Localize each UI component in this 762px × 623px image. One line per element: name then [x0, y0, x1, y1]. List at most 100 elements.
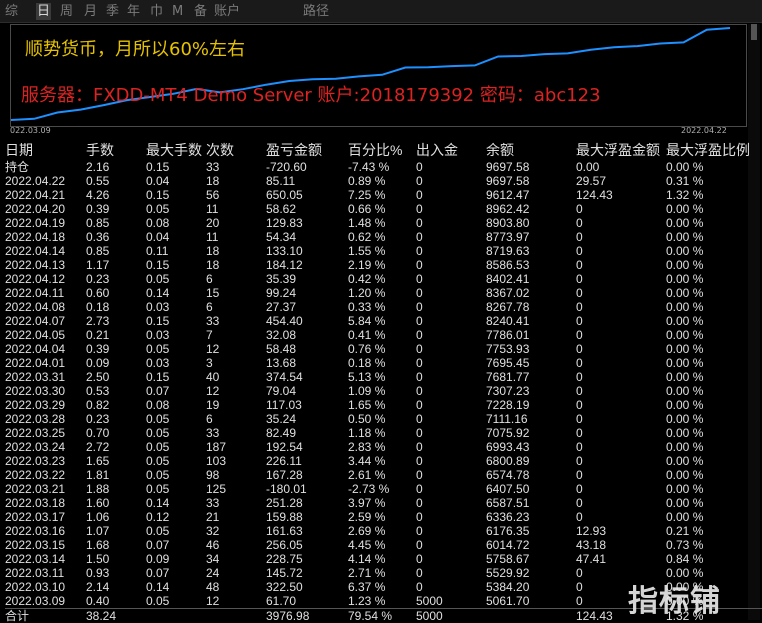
table-cell: 0.00 %: [666, 300, 762, 314]
tab-8[interactable]: 备: [193, 3, 208, 20]
table-row[interactable]: 2022.04.190.850.0820129.831.48 %08903.80…: [5, 216, 762, 230]
column-header[interactable]: 出入金: [416, 140, 486, 160]
table-row[interactable]: 2022.04.050.210.03732.080.41 %07786.0100…: [5, 328, 762, 342]
table-cell: 0.15: [146, 188, 206, 202]
table-row[interactable]: 2022.03.290.820.0819117.031.65 %07228.19…: [5, 398, 762, 412]
table-cell: 1.07: [86, 524, 146, 538]
table-row[interactable]: 2022.04.214.260.1556650.057.25 %09612.47…: [5, 188, 762, 202]
table-cell: 3976.98: [266, 609, 348, 623]
table-row[interactable]: 2022.04.200.390.051158.620.66 %08962.420…: [5, 202, 762, 216]
tab-4[interactable]: 季: [105, 3, 120, 20]
table-row[interactable]: 2022.03.231.650.05103226.113.44 %06800.8…: [5, 454, 762, 468]
table-cell: 0: [416, 370, 486, 384]
table-row[interactable]: 2022.03.181.600.1433251.283.97 %06587.51…: [5, 496, 762, 510]
table-cell: 0.31 %: [666, 174, 762, 188]
column-header[interactable]: 最大手数: [146, 140, 206, 160]
table-cell: 0.00 %: [666, 468, 762, 482]
table-cell: 0.03: [146, 356, 206, 370]
column-header[interactable]: 百分比%: [348, 140, 416, 160]
tab-10[interactable]: 路径: [302, 3, 330, 20]
scrollbar-thumb[interactable]: [751, 24, 757, 40]
table-cell: 13.68: [266, 356, 348, 370]
table-row[interactable]: 2022.04.010.090.03313.680.18 %07695.4500…: [5, 356, 762, 370]
table-row[interactable]: 2022.03.250.700.053382.491.18 %07075.920…: [5, 426, 762, 440]
table-cell: 159.88: [266, 510, 348, 524]
table-cell: 0.70: [86, 426, 146, 440]
table-cell: 12: [206, 594, 266, 609]
table-cell: 0.23: [86, 272, 146, 286]
table-row[interactable]: 2022.04.040.390.051258.480.76 %07753.930…: [5, 342, 762, 356]
row-date: 2022.04.11: [5, 286, 86, 300]
table-cell: 8586.53: [486, 258, 576, 272]
holding-row[interactable]: 持仓2.160.1533-720.60-7.43 %09697.580.000.…: [5, 160, 762, 174]
table-cell: 0.05: [146, 202, 206, 216]
table-cell: 0.23: [86, 412, 146, 426]
column-header[interactable]: 最大浮盈比例: [666, 140, 762, 160]
column-header[interactable]: 次数: [206, 140, 266, 160]
column-header[interactable]: 手数: [86, 140, 146, 160]
tab-5[interactable]: 年: [126, 3, 141, 20]
table-cell: 0: [416, 468, 486, 482]
table-cell: 2.16: [86, 160, 146, 174]
table-cell: 5000: [416, 609, 486, 623]
table-cell: 0.11: [146, 244, 206, 258]
tab-9[interactable]: 账户: [213, 3, 241, 20]
table-cell: 6014.72: [486, 538, 576, 552]
row-date: 2022.03.24: [5, 440, 86, 454]
table-row[interactable]: 2022.03.300.530.071279.041.09 %07307.230…: [5, 384, 762, 398]
table-cell: 2.69 %: [348, 524, 416, 538]
table-cell: 9612.47: [486, 188, 576, 202]
table-row[interactable]: 2022.04.110.600.141599.241.20 %08367.020…: [5, 286, 762, 300]
tab-2[interactable]: 周: [59, 3, 74, 20]
table-cell: 0.85: [86, 244, 146, 258]
table-cell: 0.00 %: [666, 286, 762, 300]
table-cell: 0.04: [146, 230, 206, 244]
row-date: 2022.03.14: [5, 552, 86, 566]
table-row[interactable]: 2022.03.242.720.05187192.542.83 %06993.4…: [5, 440, 762, 454]
table-cell: 85.11: [266, 174, 348, 188]
table-row[interactable]: 2022.04.180.360.041154.340.62 %08773.970…: [5, 230, 762, 244]
table-row[interactable]: 2022.03.171.060.1221159.882.59 %06336.23…: [5, 510, 762, 524]
table-cell: 2.50: [86, 370, 146, 384]
table-cell: 0: [416, 328, 486, 342]
table-cell: 7307.23: [486, 384, 576, 398]
table-cell: 0: [576, 356, 666, 370]
tab-3[interactable]: 月: [83, 3, 98, 20]
table-row[interactable]: 2022.04.220.550.041885.110.89 %09697.582…: [5, 174, 762, 188]
table-cell: 0: [576, 314, 666, 328]
table-cell: 8719.63: [486, 244, 576, 258]
table-cell: 99.24: [266, 286, 348, 300]
watermark-logo: 指标铺: [628, 576, 721, 620]
tab-6[interactable]: 巾: [149, 3, 164, 20]
tab-7[interactable]: M: [171, 3, 184, 20]
table-cell: 5.84 %: [348, 314, 416, 328]
column-header[interactable]: 余额: [486, 140, 576, 160]
table-row[interactable]: 2022.03.221.810.0598167.282.61 %06574.78…: [5, 468, 762, 482]
column-header[interactable]: 日期: [5, 140, 86, 160]
table-row[interactable]: 2022.03.280.230.05635.240.50 %07111.1600…: [5, 412, 762, 426]
table-row[interactable]: 2022.03.151.680.0746256.054.45 %06014.72…: [5, 538, 762, 552]
tab-1[interactable]: 日: [36, 3, 51, 20]
table-cell: 9697.58: [486, 174, 576, 188]
table-row[interactable]: 2022.04.131.170.1518184.122.19 %08586.53…: [5, 258, 762, 272]
table-cell: 0.93: [86, 566, 146, 580]
table-row[interactable]: 2022.04.080.180.03627.370.33 %08267.7800…: [5, 300, 762, 314]
table-cell: 1.23 %: [348, 594, 416, 609]
table-row[interactable]: 2022.03.161.070.0532161.632.69 %06176.35…: [5, 524, 762, 538]
table-cell: 161.63: [266, 524, 348, 538]
table-row[interactable]: 2022.03.211.880.05125-180.01-2.73 %06407…: [5, 482, 762, 496]
table-cell: 0.00 %: [666, 440, 762, 454]
table-row[interactable]: 2022.03.141.500.0934228.754.14 %05758.67…: [5, 552, 762, 566]
table-row[interactable]: 2022.03.312.500.1540374.545.13 %07681.77…: [5, 370, 762, 384]
table-row[interactable]: 2022.04.120.230.05635.390.42 %08402.4100…: [5, 272, 762, 286]
table-cell: 0.00 %: [666, 510, 762, 524]
table-cell: [146, 609, 206, 623]
table-row[interactable]: 2022.04.140.850.1118133.101.55 %08719.63…: [5, 244, 762, 258]
table-cell: 5000: [416, 594, 486, 609]
tab-0[interactable]: 综: [4, 3, 19, 20]
table-cell: 5529.92: [486, 566, 576, 580]
table-cell: 125: [206, 482, 266, 496]
column-header[interactable]: 最大浮盈金额: [576, 140, 666, 160]
column-header[interactable]: 盈亏金额: [266, 140, 348, 160]
table-row[interactable]: 2022.04.072.730.1533454.405.84 %08240.41…: [5, 314, 762, 328]
